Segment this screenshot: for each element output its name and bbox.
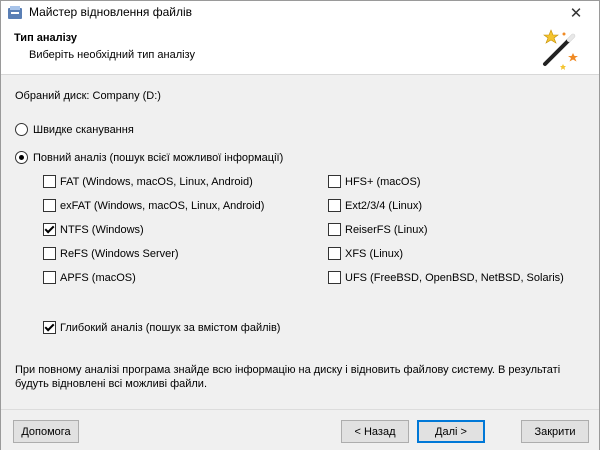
full-analysis-option[interactable]: Повний аналіз (пошук всієї можливої інфо… bbox=[15, 151, 283, 164]
fs-ufs-checkbox[interactable] bbox=[328, 271, 341, 284]
close-button[interactable]: Закрити bbox=[521, 420, 589, 443]
back-button[interactable]: < Назад bbox=[341, 420, 409, 443]
wizard-content: Обраний диск: Company (D:) Швидке сканув… bbox=[1, 75, 599, 409]
fs-ntfs-checkbox[interactable] bbox=[43, 223, 56, 236]
quick-scan-option[interactable]: Швидке сканування bbox=[15, 123, 134, 136]
deep-analysis-checkbox[interactable] bbox=[43, 321, 56, 334]
next-button[interactable]: Далі > bbox=[417, 420, 485, 443]
window-title: Майстер відновлення файлів bbox=[29, 5, 193, 19]
fs-hfsplus-label: HFS+ (macOS) bbox=[345, 175, 421, 188]
full-analysis-label: Повний аналіз (пошук всієї можливої інфо… bbox=[33, 151, 284, 164]
fs-refs-label: ReFS (Windows Server) bbox=[60, 247, 179, 260]
wizard-wand-icon bbox=[543, 29, 578, 70]
fs-ntfs-label: NTFS (Windows) bbox=[60, 223, 144, 236]
help-button[interactable]: Допомога bbox=[13, 420, 79, 443]
wizard-header: Тип аналізу Виберіть необхідний тип анал… bbox=[1, 24, 599, 75]
fs-hfsplus-checkbox[interactable] bbox=[328, 175, 341, 188]
fs-reiserfs-option[interactable]: ReiserFS (Linux) bbox=[328, 223, 428, 236]
analysis-info-text: При повному аналізі програма знайде всю … bbox=[15, 364, 561, 390]
fs-xfs-label: XFS (Linux) bbox=[345, 247, 404, 260]
fs-apfs-checkbox[interactable] bbox=[43, 271, 56, 284]
fs-reiserfs-label: ReiserFS (Linux) bbox=[345, 223, 428, 236]
fs-fat-label: FAT (Windows, macOS, Linux, Android) bbox=[60, 175, 253, 188]
fs-ext-option[interactable]: Ext2/3/4 (Linux) bbox=[328, 199, 422, 212]
fs-refs-option[interactable]: ReFS (Windows Server) bbox=[43, 247, 179, 260]
fs-exfat-option[interactable]: exFAT (Windows, macOS, Linux, Android) bbox=[43, 199, 264, 212]
fs-xfs-option[interactable]: XFS (Linux) bbox=[328, 247, 403, 260]
fs-fat-checkbox[interactable] bbox=[43, 175, 56, 188]
wizard-footer: Допомога < Назад Далі > Закрити bbox=[1, 409, 599, 450]
full-analysis-radio[interactable] bbox=[15, 151, 28, 164]
fs-apfs-label: APFS (macOS) bbox=[60, 271, 136, 284]
deep-analysis-option[interactable]: Глибокий аналіз (пошук за вмістом файлів… bbox=[43, 321, 280, 334]
fs-ntfs-option[interactable]: NTFS (Windows) bbox=[43, 223, 144, 236]
wizard-window: Майстер відновлення файлів ✕ Тип аналізу… bbox=[0, 0, 600, 450]
selected-disk-label: Обраний диск: Company (D:) bbox=[15, 90, 161, 102]
deep-analysis-label: Глибокий аналіз (пошук за вмістом файлів… bbox=[60, 321, 281, 334]
fs-hfsplus-option[interactable]: HFS+ (macOS) bbox=[328, 175, 420, 188]
fs-exfat-label: exFAT (Windows, macOS, Linux, Android) bbox=[60, 199, 265, 212]
fs-refs-checkbox[interactable] bbox=[43, 247, 56, 260]
quick-scan-radio[interactable] bbox=[15, 123, 28, 136]
fs-xfs-checkbox[interactable] bbox=[328, 247, 341, 260]
fs-ufs-label: UFS (FreeBSD, OpenBSD, NetBSD, Solaris) bbox=[345, 271, 564, 284]
window-close-button[interactable]: ✕ bbox=[553, 1, 599, 24]
close-icon: ✕ bbox=[569, 4, 583, 22]
fs-exfat-checkbox[interactable] bbox=[43, 199, 56, 212]
fs-apfs-option[interactable]: APFS (macOS) bbox=[43, 271, 136, 284]
fs-ext-label: Ext2/3/4 (Linux) bbox=[345, 199, 423, 212]
page-subtitle: Виберіть необхідний тип аналізу bbox=[29, 49, 195, 61]
fs-reiserfs-checkbox[interactable] bbox=[328, 223, 341, 236]
quick-scan-label: Швидке сканування bbox=[33, 123, 134, 136]
page-title: Тип аналізу bbox=[14, 32, 77, 44]
app-icon bbox=[8, 6, 22, 19]
title-bar: Майстер відновлення файлів ✕ bbox=[1, 1, 599, 24]
fs-fat-option[interactable]: FAT (Windows, macOS, Linux, Android) bbox=[43, 175, 253, 188]
fs-ext-checkbox[interactable] bbox=[328, 199, 341, 212]
fs-ufs-option[interactable]: UFS (FreeBSD, OpenBSD, NetBSD, Solaris) bbox=[328, 271, 564, 284]
